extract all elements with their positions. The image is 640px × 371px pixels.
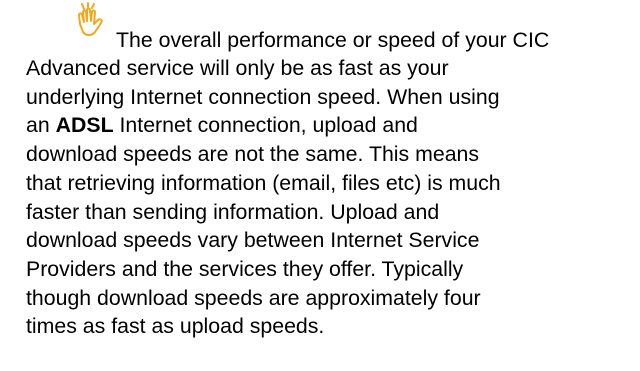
paragraph-line: faster than sending information. Upload … xyxy=(26,199,440,224)
paragraph-line: that retrieving information (email, file… xyxy=(26,170,501,195)
paragraph-line: download speeds are not the same. This m… xyxy=(26,142,480,167)
paragraph-line: download speeds vary between Internet Se… xyxy=(26,228,480,253)
paragraph-line: The overall performance or speed of your… xyxy=(116,28,550,52)
paragraph-line: an ADSL Internet connection, upload and xyxy=(26,111,640,140)
paragraph-line: though download speeds are approximately… xyxy=(26,285,481,310)
info-paragraph: The overall performance or speed of your… xyxy=(26,8,640,341)
document-page: The overall performance or speed of your… xyxy=(0,0,640,371)
text-segment: an xyxy=(26,113,56,138)
paragraph-line: underlying Internet connection speed. Wh… xyxy=(26,84,500,109)
raised-hand-icon xyxy=(76,2,110,38)
text-segment: Internet connection, upload and xyxy=(113,113,418,138)
paragraph-line: Advanced service will only be as fast as… xyxy=(26,56,449,80)
adsl-term: ADSL xyxy=(55,113,114,138)
paragraph-line: Providers and the services they offer. T… xyxy=(26,256,464,281)
paragraph-line: times as fast as upload speeds. xyxy=(26,314,325,339)
